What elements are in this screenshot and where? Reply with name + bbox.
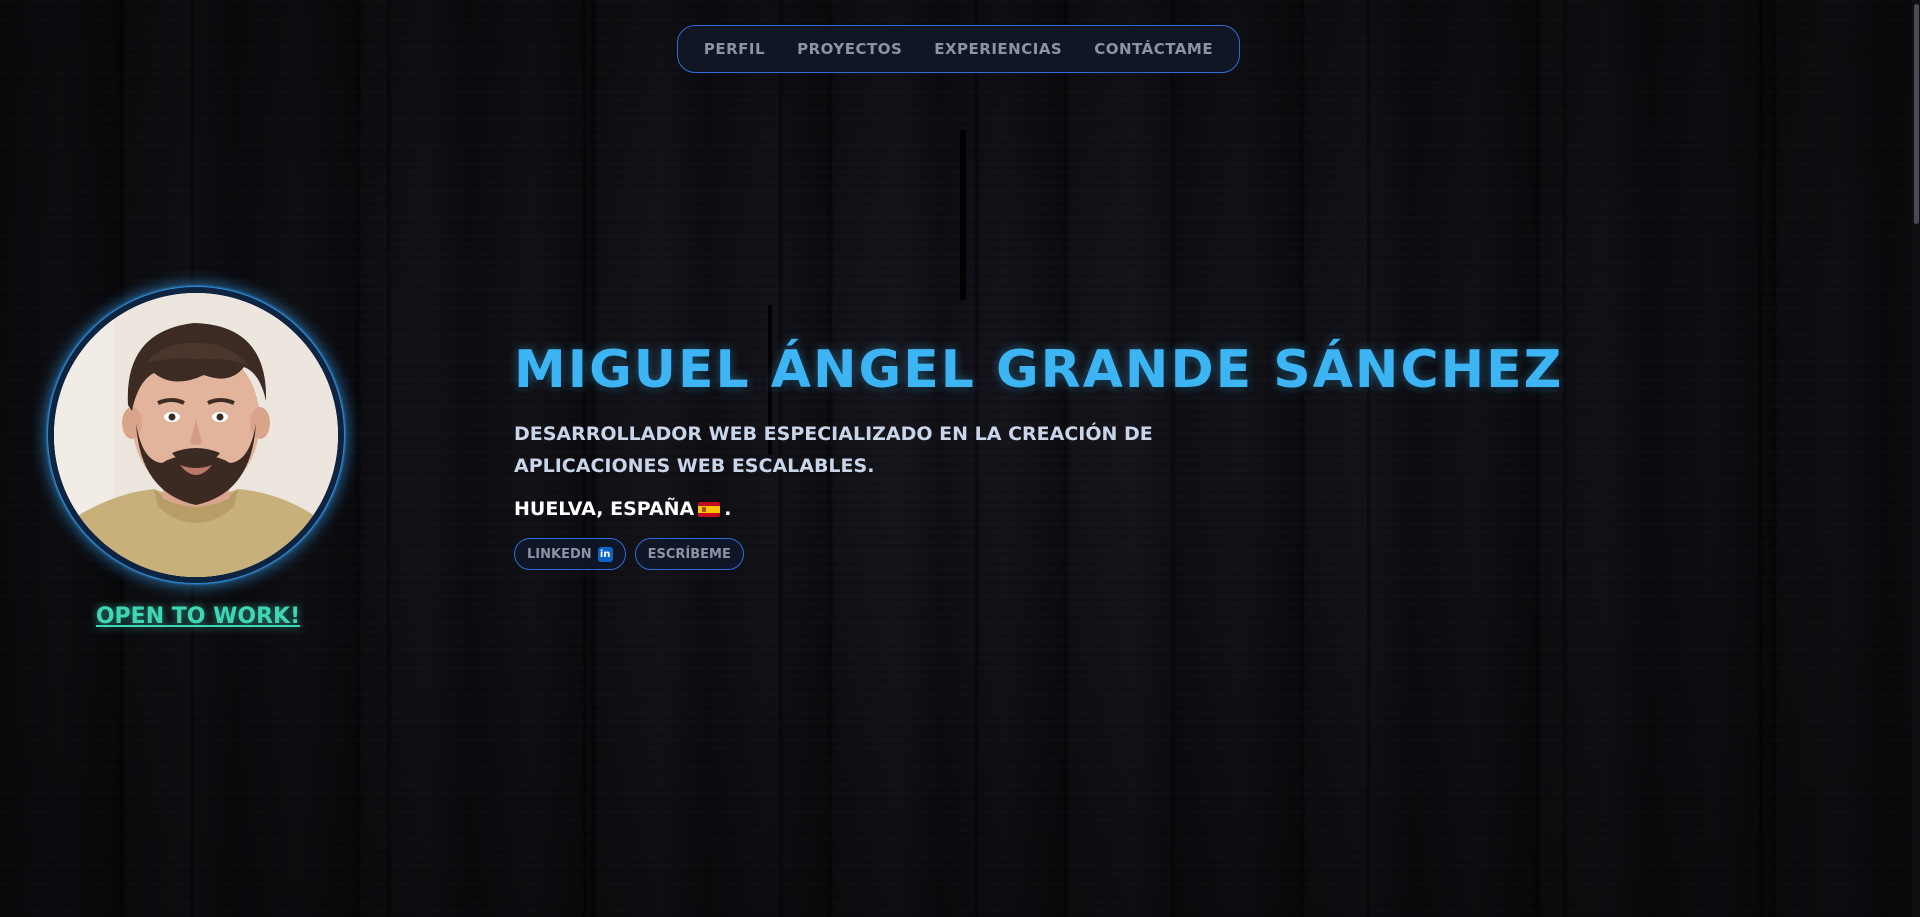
scrollbar[interactable]	[1912, 0, 1920, 917]
page-background: PERFIL PROYECTOS EXPERIENCIAS CONTÁCTAME	[0, 0, 1920, 917]
location-suffix: .	[724, 498, 732, 520]
avatar-portrait	[54, 293, 338, 577]
spain-flag-icon	[698, 501, 721, 517]
linkedin-button[interactable]: LINKEDN in	[514, 538, 626, 570]
nav-link-experiencias[interactable]: EXPERIENCIAS	[934, 40, 1062, 58]
linkedin-icon: in	[597, 546, 613, 562]
location-text: HUELVA, ESPAÑA	[514, 498, 695, 520]
avatar	[48, 287, 344, 583]
page-title: MIGUEL ÁNGEL GRANDE SÁNCHEZ	[514, 340, 1564, 400]
nav-link-proyectos[interactable]: PROYECTOS	[797, 40, 902, 58]
nav-link-perfil[interactable]: PERFIL	[704, 40, 765, 58]
top-navbar: PERFIL PROYECTOS EXPERIENCIAS CONTÁCTAME	[677, 25, 1240, 73]
open-to-work-link[interactable]: OPEN TO WORK!	[0, 604, 396, 629]
write-me-button[interactable]: ESCRÍBEME	[634, 538, 744, 570]
hero-location: HUELVA, ESPAÑA .	[514, 498, 1563, 520]
linkedin-button-label: LINKEDN	[527, 546, 592, 562]
wood-crack	[960, 130, 966, 300]
hero-section: MIGUEL ÁNGEL GRANDE SÁNCHEZ DESARROLLADO…	[514, 340, 1563, 570]
hero-description: DESARROLLADOR WEB ESPECIALIZADO EN LA CR…	[514, 423, 1153, 477]
scrollbar-thumb[interactable]	[1914, 4, 1919, 224]
hero-buttons: LINKEDN in ESCRÍBEME	[514, 538, 1563, 570]
nav-link-contactame[interactable]: CONTÁCTAME	[1094, 40, 1213, 58]
